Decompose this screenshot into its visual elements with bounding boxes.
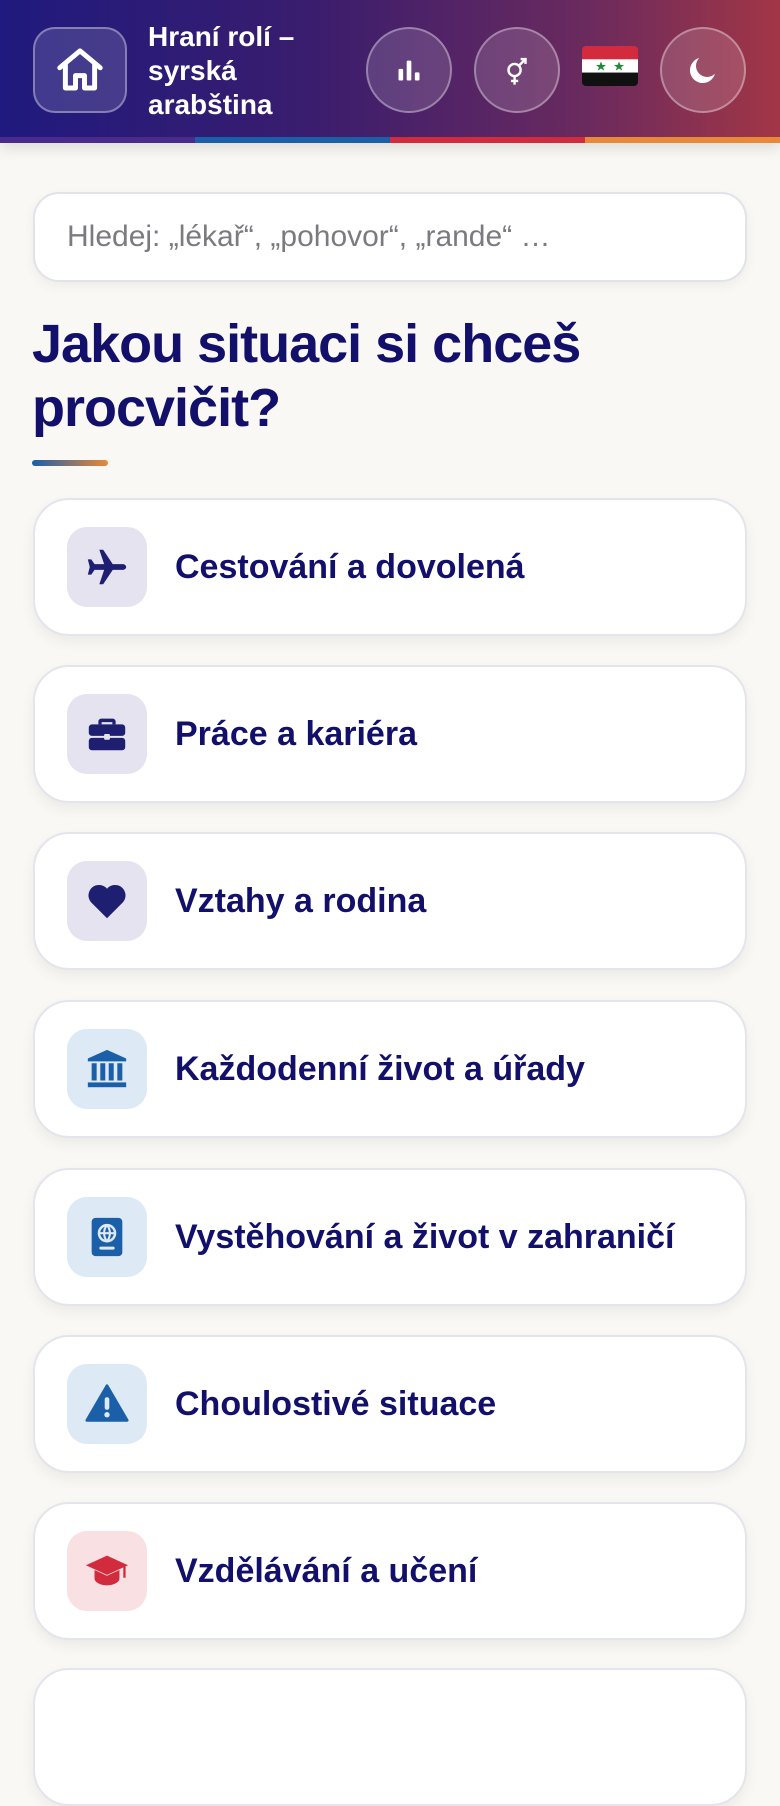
category-relationships[interactable]: Vztahy a rodina (33, 832, 747, 970)
heading-underline (32, 460, 108, 466)
category-travel[interactable]: Cestování a dovolená (33, 498, 747, 636)
search-box[interactable] (33, 192, 747, 282)
theme-toggle-button[interactable] (660, 27, 746, 113)
syria-flag[interactable] (582, 46, 638, 86)
app-title: Hraní rolí – syrská arabština (148, 21, 295, 120)
category-next[interactable] (33, 1668, 747, 1806)
graduation-cap-icon (67, 1531, 147, 1611)
category-emigration[interactable]: Vystěhování a život v zahraničí (33, 1168, 747, 1306)
category-label: Vztahy a rodina (175, 881, 427, 920)
app-header: Hraní rolí – syrská arabština (0, 0, 780, 143)
category-education[interactable]: Vzdělávání a učení (33, 1502, 747, 1640)
gender-button[interactable] (474, 27, 560, 113)
category-label: Choulostivé situace (175, 1384, 497, 1423)
gender-icon (507, 57, 527, 85)
home-button[interactable] (33, 27, 127, 113)
briefcase-icon (67, 694, 147, 774)
category-label: Vzdělávání a učení (175, 1551, 478, 1590)
category-daily-life[interactable]: Každodenní život a úřady (33, 1000, 747, 1138)
search-input[interactable] (35, 194, 745, 280)
heart-icon (67, 861, 147, 941)
category-label: Vystěhování a život v zahraničí (175, 1217, 675, 1256)
bar-chart-icon (398, 60, 420, 81)
category-label: Cestování a dovolená (175, 547, 525, 586)
header-stripe (0, 137, 780, 143)
airplane-icon (67, 527, 147, 607)
passport-icon (67, 1197, 147, 1277)
category-work[interactable]: Práce a kariéra (33, 665, 747, 803)
moon-icon (689, 58, 715, 84)
category-sensitive[interactable]: Choulostivé situace (33, 1335, 747, 1473)
warning-icon (67, 1364, 147, 1444)
home-icon (57, 48, 103, 91)
bank-icon (67, 1029, 147, 1109)
category-label: Každodenní život a úřady (175, 1049, 585, 1088)
page-heading: Jakou situaci si chceš procvičit? (32, 314, 581, 438)
category-label: Práce a kariéra (175, 714, 417, 753)
stats-button[interactable] (366, 27, 452, 113)
